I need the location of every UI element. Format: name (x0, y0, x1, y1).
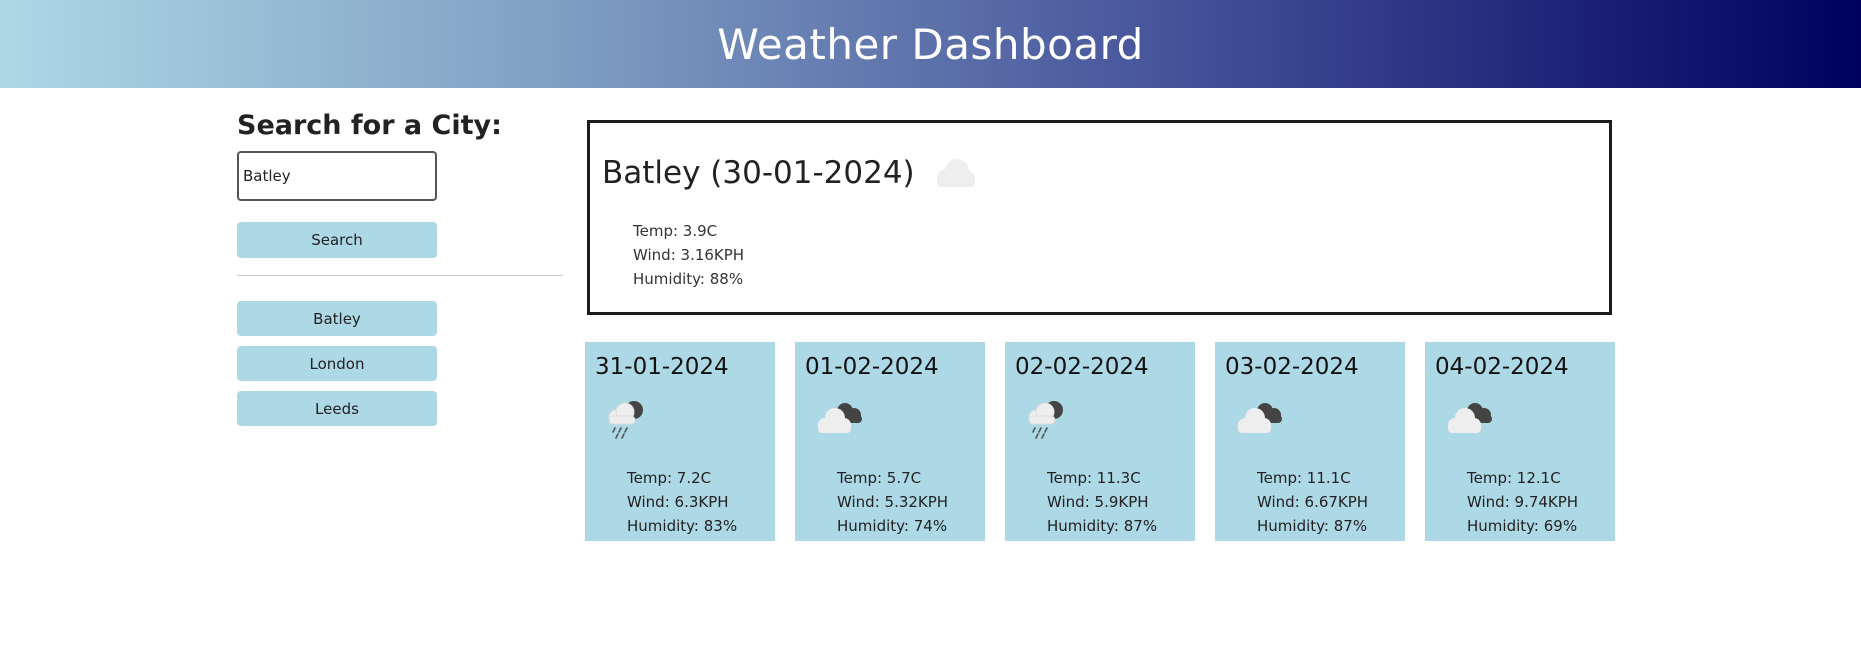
forecast-date: 01-02-2024 (805, 354, 939, 380)
sidebar-divider (237, 275, 563, 276)
broken-clouds-icon (1443, 395, 1499, 443)
forecast-date: 31-01-2024 (595, 354, 729, 380)
current-weather-stats: Temp: 3.9C Wind: 3.16KPH Humidity: 88% (633, 219, 744, 291)
forecast-wind: Wind: 6.3KPH (627, 493, 729, 511)
forecast-wind: Wind: 6.67KPH (1257, 493, 1369, 511)
forecast-stats: Temp: 12.1C Wind: 9.74KPH Humidity: 69% (1467, 466, 1578, 538)
broken-clouds-icon (1233, 395, 1289, 443)
forecast-card: 02-02-2024 Temp: 11.3C Wind: 5.9KPH Humi… (1005, 342, 1195, 541)
forecast-date: 04-02-2024 (1435, 354, 1569, 380)
forecast-humidity: Humidity: 83% (627, 517, 738, 535)
city-search-input[interactable] (237, 151, 437, 201)
forecast-date: 02-02-2024 (1015, 354, 1149, 380)
current-temp: Temp: 3.9C (633, 222, 718, 240)
search-sidebar: Search for a City: Search Batley London … (237, 110, 563, 426)
search-heading: Search for a City: (237, 110, 502, 141)
forecast-humidity: Humidity: 69% (1467, 517, 1578, 535)
page-title: Weather Dashboard (717, 19, 1144, 69)
forecast-card: 01-02-2024 Temp: 5.7C Wind: 5.32KPH Humi… (795, 342, 985, 541)
forecast-stats: Temp: 5.7C Wind: 5.32KPH Humidity: 74% (837, 466, 948, 538)
search-button[interactable]: Search (237, 222, 437, 258)
forecast-date: 03-02-2024 (1225, 354, 1359, 380)
forecast-temp: Temp: 5.7C (837, 469, 922, 487)
forecast-humidity: Humidity: 74% (837, 517, 948, 535)
forecast-humidity: Humidity: 87% (1257, 517, 1368, 535)
forecast-temp: Temp: 11.3C (1047, 469, 1141, 487)
rain-cloud-icon (1023, 395, 1075, 447)
forecast-temp: Temp: 12.1C (1467, 469, 1561, 487)
forecast-stats: Temp: 11.3C Wind: 5.9KPH Humidity: 87% (1047, 466, 1157, 538)
current-wind: Wind: 3.16KPH (633, 246, 745, 264)
history-button-batley[interactable]: Batley (237, 301, 437, 336)
cloud-icon (929, 153, 981, 197)
broken-clouds-icon (813, 395, 869, 443)
page-header: Weather Dashboard (0, 0, 1861, 88)
forecast-stats: Temp: 7.2C Wind: 6.3KPH Humidity: 83% (627, 466, 737, 538)
rain-cloud-icon (603, 395, 655, 447)
history-button-london[interactable]: London (237, 346, 437, 381)
search-history-list: Batley London Leeds (237, 301, 563, 426)
forecast-temp: Temp: 11.1C (1257, 469, 1351, 487)
current-humidity: Humidity: 88% (633, 270, 744, 288)
forecast-wind: Wind: 5.32KPH (837, 493, 949, 511)
forecast-card: 04-02-2024 Temp: 12.1C Wind: 9.74KPH Hum… (1425, 342, 1615, 541)
history-button-leeds[interactable]: Leeds (237, 391, 437, 426)
five-day-forecast: 31-01-2024 Temp: 7.2C Wind: 6.3KPH Humid… (585, 342, 1615, 541)
forecast-wind: Wind: 5.9KPH (1047, 493, 1149, 511)
forecast-wind: Wind: 9.74KPH (1467, 493, 1579, 511)
forecast-card: 31-01-2024 Temp: 7.2C Wind: 6.3KPH Humid… (585, 342, 775, 541)
forecast-temp: Temp: 7.2C (627, 469, 712, 487)
current-weather-panel: Batley (30-01-2024) Temp: 3.9C Wind: 3.1… (587, 120, 1612, 315)
forecast-humidity: Humidity: 87% (1047, 517, 1158, 535)
forecast-card: 03-02-2024 Temp: 11.1C Wind: 6.67KPH Hum… (1215, 342, 1405, 541)
current-weather-title: Batley (30-01-2024) (602, 155, 915, 191)
forecast-stats: Temp: 11.1C Wind: 6.67KPH Humidity: 87% (1257, 466, 1368, 538)
